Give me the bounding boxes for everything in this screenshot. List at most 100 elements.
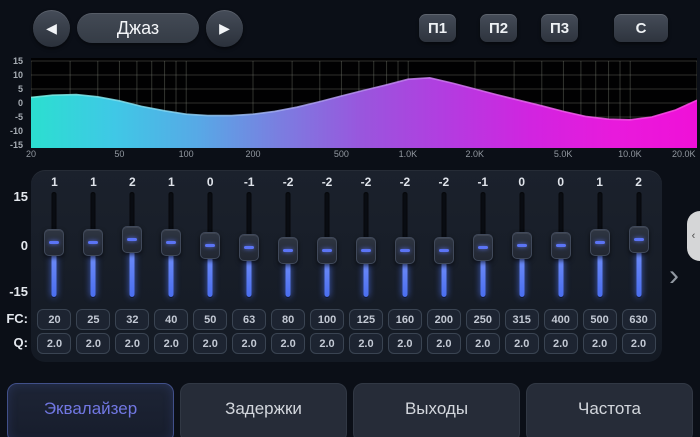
gain-slider[interactable] (308, 192, 347, 302)
q-value-chip[interactable]: 2.0 (154, 333, 188, 354)
gain-slider[interactable] (347, 192, 386, 302)
q-value-chip[interactable]: 2.0 (544, 333, 578, 354)
band-gain-value: 2 (635, 174, 642, 190)
eq-band: -2 (308, 174, 347, 306)
fc-value-chip[interactable]: 63 (232, 309, 266, 330)
q-value-chip[interactable]: 2.0 (310, 333, 344, 354)
eq-band: -1 (463, 174, 502, 306)
eq-band: 1 (74, 174, 113, 306)
fc-value-chip[interactable]: 100 (310, 309, 344, 330)
graph-frequency-axis: 20501002005001.0K2.0K5.0K10.0K20.0K (31, 149, 697, 161)
slider-fill (636, 251, 641, 297)
gain-slider[interactable] (74, 192, 113, 302)
chip-cell: 125 (347, 309, 386, 330)
slider-thumb[interactable] (356, 237, 376, 264)
q-value-chip[interactable]: 2.0 (466, 333, 500, 354)
chip-cell: 400 (541, 309, 580, 330)
slider-thumb[interactable] (473, 234, 493, 261)
q-value-chip[interactable]: 2.0 (349, 333, 383, 354)
slider-fill (363, 262, 368, 297)
chip-cell: 2.0 (113, 333, 152, 354)
fc-value-chip[interactable]: 125 (349, 309, 383, 330)
gain-slider[interactable] (113, 192, 152, 302)
gain-slider[interactable] (191, 192, 230, 302)
fc-value-chip[interactable]: 315 (505, 309, 539, 330)
slider-thumb[interactable] (239, 234, 259, 261)
slider-thumb[interactable] (629, 226, 649, 253)
q-value-chip[interactable]: 2.0 (427, 333, 461, 354)
slider-fill (402, 262, 407, 297)
slider-thumb[interactable] (551, 232, 571, 259)
graph-db-axis: 151050-5-10-15 (0, 58, 27, 148)
preset-memory-button-3[interactable]: П3 (541, 14, 578, 42)
gain-slider[interactable] (502, 192, 541, 302)
gain-slider[interactable] (541, 192, 580, 302)
q-value-chip[interactable]: 2.0 (115, 333, 149, 354)
tab-active-эквалайзер[interactable]: Эквалайзер (7, 383, 174, 437)
tab-выходы[interactable]: Выходы (353, 383, 520, 437)
fc-value-chip[interactable]: 200 (427, 309, 461, 330)
gain-slider[interactable] (424, 192, 463, 302)
q-value-chip[interactable]: 2.0 (388, 333, 422, 354)
gain-slider[interactable] (269, 192, 308, 302)
slider-scale-min: -15 (2, 284, 28, 299)
q-value-chip[interactable]: 2.0 (622, 333, 656, 354)
slider-thumb[interactable] (278, 237, 298, 264)
freq-tick-label: 20.0K (672, 149, 696, 159)
q-value-chip[interactable]: 2.0 (76, 333, 110, 354)
fc-value-chip[interactable]: 20 (37, 309, 71, 330)
q-value-chip[interactable]: 2.0 (232, 333, 266, 354)
gain-slider[interactable] (230, 192, 269, 302)
reset-button[interactable]: C (614, 14, 668, 42)
gain-slider[interactable] (463, 192, 502, 302)
previous-preset-button[interactable]: ◀ (33, 10, 70, 47)
gain-slider[interactable] (619, 192, 658, 302)
freq-tick-label: 1.0K (399, 149, 418, 159)
fc-value-chip[interactable]: 32 (115, 309, 149, 330)
gain-slider[interactable] (35, 192, 74, 302)
eq-band: 1 (35, 174, 74, 306)
fc-value-chip[interactable]: 40 (154, 309, 188, 330)
slider-thumb[interactable] (512, 232, 532, 259)
bottom-tab-bar: ЭквалайзерЗадержкиВыходыЧастота (0, 383, 700, 437)
slider-thumb[interactable] (161, 229, 181, 256)
chip-cell: 100 (308, 309, 347, 330)
chip-cell: 50 (191, 309, 230, 330)
slider-thumb[interactable] (590, 229, 610, 256)
fc-value-chip[interactable]: 400 (544, 309, 578, 330)
q-value-chip[interactable]: 2.0 (583, 333, 617, 354)
gain-slider[interactable] (385, 192, 424, 302)
edge-drawer-handle[interactable]: ‹ (687, 211, 700, 261)
slider-thumb[interactable] (317, 237, 337, 264)
slider-thumb[interactable] (434, 237, 454, 264)
preset-memory-button-1[interactable]: П1 (419, 14, 456, 42)
slider-thumb[interactable] (395, 237, 415, 264)
gain-slider[interactable] (152, 192, 191, 302)
q-value-chip[interactable]: 2.0 (37, 333, 71, 354)
q-value-chip[interactable]: 2.0 (271, 333, 305, 354)
fc-value-chip[interactable]: 80 (271, 309, 305, 330)
q-value-chip[interactable]: 2.0 (505, 333, 539, 354)
slider-thumb[interactable] (83, 229, 103, 256)
q-value-chip[interactable]: 2.0 (193, 333, 227, 354)
preset-memory-button-2[interactable]: П2 (480, 14, 517, 42)
fc-value-chip[interactable]: 500 (583, 309, 617, 330)
tab-частота[interactable]: Частота (526, 383, 693, 437)
thumb-grip-icon (478, 246, 488, 249)
tab-задержки[interactable]: Задержки (180, 383, 347, 437)
fc-value-chip[interactable]: 250 (466, 309, 500, 330)
slider-thumb[interactable] (44, 229, 64, 256)
slider-thumb[interactable] (122, 226, 142, 253)
next-bands-button[interactable]: › (662, 260, 686, 294)
slider-thumb[interactable] (200, 232, 220, 259)
fc-value-chip[interactable]: 25 (76, 309, 110, 330)
gain-slider[interactable] (580, 192, 619, 302)
fc-value-chip[interactable]: 160 (388, 309, 422, 330)
preset-selector[interactable]: Джаз (77, 13, 199, 43)
slider-scale-zero: 0 (2, 238, 28, 253)
fc-value-chip[interactable]: 50 (193, 309, 227, 330)
fc-value-chip[interactable]: 630 (622, 309, 656, 330)
next-preset-button[interactable]: ▶ (206, 10, 243, 47)
band-gain-value: -2 (322, 174, 333, 190)
freq-tick-label: 50 (114, 149, 124, 159)
